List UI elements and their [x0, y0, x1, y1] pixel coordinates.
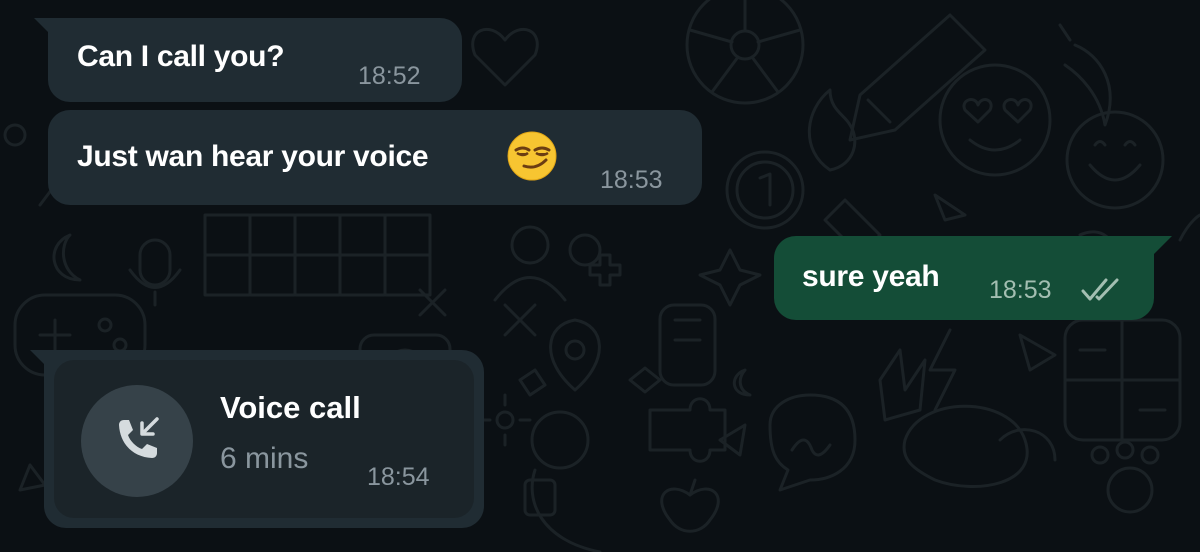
message-bubble-outgoing[interactable]: sure yeah 18:53: [774, 236, 1154, 320]
message-text: Can I call you?: [77, 40, 285, 73]
read-receipt-icon: [1081, 278, 1119, 301]
message-text: Just wan hear your voice: [77, 140, 429, 173]
message-bubble-incoming[interactable]: Just wan hear your voice 18:53: [48, 110, 702, 205]
call-title: Voice call: [220, 390, 361, 425]
message-time: 18:52: [358, 62, 421, 90]
voice-call-message[interactable]: Voice call 6 mins 18:54: [44, 350, 484, 528]
call-card[interactable]: Voice call 6 mins 18:54: [54, 360, 474, 518]
message-time: 18:53: [600, 166, 663, 194]
message-bubble-incoming[interactable]: Can I call you? 18:52: [48, 18, 462, 102]
call-duration: 6 mins: [220, 442, 309, 475]
call-icon-circle: [81, 385, 193, 497]
message-text: sure yeah: [802, 260, 940, 293]
incoming-call-icon: [119, 417, 159, 458]
message-time: 18:53: [989, 276, 1052, 304]
smirking-face-emoji-icon: [507, 131, 557, 181]
message-time: 18:54: [367, 463, 430, 491]
